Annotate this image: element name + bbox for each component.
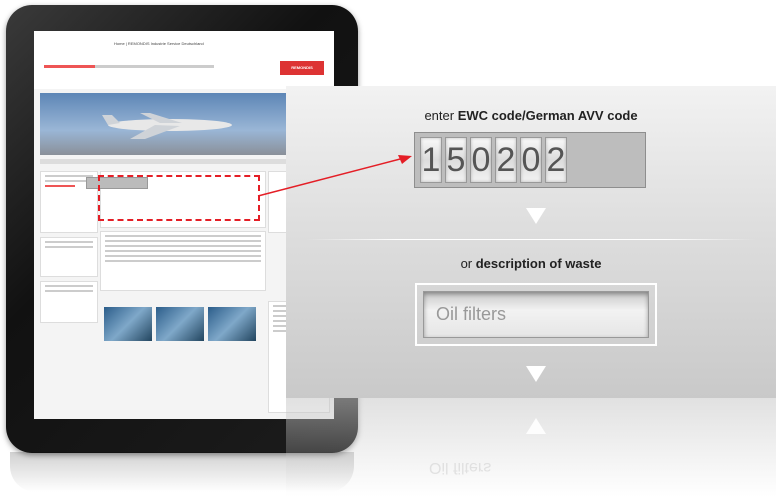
or-prefix: or [460, 256, 476, 271]
code-prompt-bold: EWC code/German AVV code [457, 108, 638, 123]
code-digit[interactable]: 1 [420, 137, 442, 183]
code-prompt: enter EWC code/German AVV code [286, 108, 776, 123]
code-digit[interactable]: 2 [545, 137, 567, 183]
up-arrow-reflection-icon [526, 418, 546, 434]
down-arrow-icon [526, 366, 546, 382]
website-teaser-block [40, 237, 98, 277]
divider [306, 239, 756, 240]
airplane-image [102, 113, 232, 139]
website-menu [40, 159, 328, 164]
description-prompt: or description of waste [286, 256, 776, 271]
code-digit[interactable]: 5 [445, 137, 467, 183]
website-teaser-block [40, 281, 98, 323]
ewc-code-input[interactable]: 1 5 0 2 0 2 [420, 137, 567, 183]
code-digit[interactable]: 0 [470, 137, 492, 183]
description-prompt-bold: description of waste [475, 256, 602, 271]
code-prompt-prefix: enter [424, 108, 458, 123]
website-title: Home | REMONDIS Industrie Service Deutsc… [114, 41, 204, 46]
website-thumbnail [104, 307, 152, 341]
website-thumbnail [156, 307, 204, 341]
code-digit[interactable]: 2 [495, 137, 517, 183]
website-hero-image [40, 93, 328, 155]
down-arrow-icon [526, 208, 546, 224]
website-thumbnail [208, 307, 256, 341]
website-header: Home | REMONDIS Industrie Service Deutsc… [34, 31, 334, 89]
reflection-text: Oil filters [429, 459, 492, 476]
website-logo: REMONDIS [280, 61, 324, 75]
website-list-block [100, 231, 266, 291]
code-digit[interactable]: 0 [520, 137, 542, 183]
waste-search-panel: enter EWC code/German AVV code 1 5 0 2 0… [286, 86, 776, 398]
highlight-box [98, 175, 260, 221]
panel-reflection [286, 398, 776, 497]
website-nav-bar [44, 65, 214, 68]
waste-description-input[interactable]: Oil filters [423, 291, 649, 338]
